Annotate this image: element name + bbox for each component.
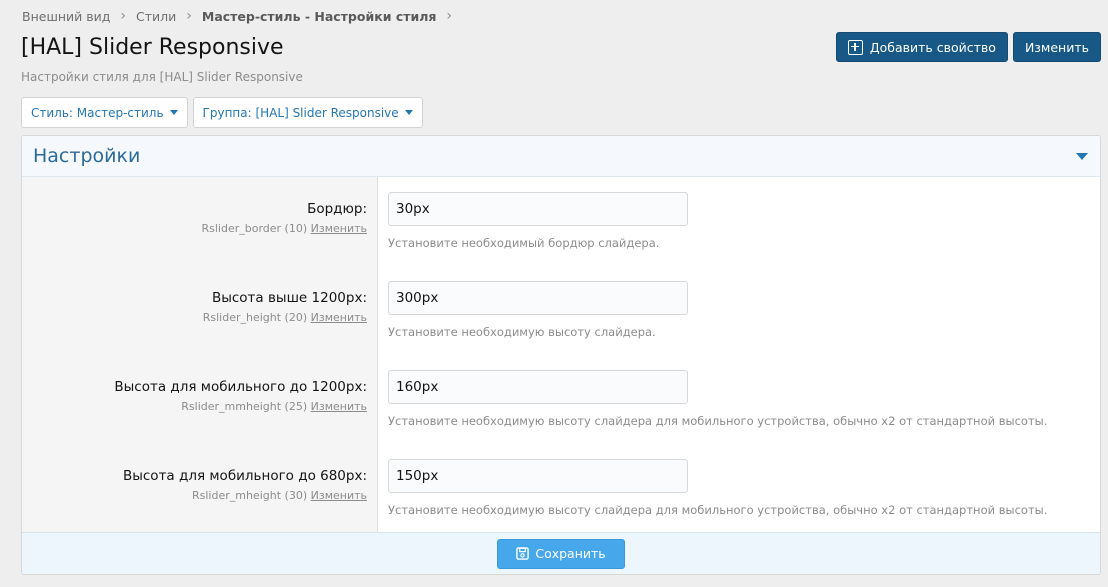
setting-edit-link[interactable]: Изменить <box>311 489 367 502</box>
breadcrumb-item-style-settings[interactable]: Мастер-стиль - Настройки стиля <box>202 9 437 24</box>
edit-button[interactable]: Изменить <box>1012 32 1101 62</box>
setting-hint: Установите необходимый бордюр слайдера. <box>388 236 660 250</box>
breadcrumb: Внешний вид › Стили › Мастер-стиль - Нас… <box>22 8 462 24</box>
caret-down-icon <box>169 110 178 115</box>
style-filter-dropdown[interactable]: Стиль: Мастер-стиль <box>21 97 188 128</box>
setting-meta: Rslider_mheight (30) Изменить <box>22 489 367 502</box>
setting-key: Rslider_border (10) <box>201 222 308 235</box>
setting-key: Rslider_mheight (30) <box>192 489 308 502</box>
panel-title: Настройки <box>33 145 141 167</box>
page-title: [HAL] Slider Responsive <box>21 35 284 60</box>
settings-form: Бордюр: Rslider_border (10) Изменить Выс… <box>22 177 1100 533</box>
labels-column: Бордюр: Rslider_border (10) Изменить Выс… <box>22 177 378 533</box>
setting-meta: Rslider_mmheight (25) Изменить <box>22 400 367 413</box>
chevron-right-icon: › <box>186 8 192 24</box>
caret-down-icon <box>404 110 413 115</box>
setting-key: Rslider_height (20) <box>202 311 308 324</box>
setting-key: Rslider_mmheight (25) <box>181 400 308 413</box>
setting-value-row: Установите необходимую высоту слайдера. <box>378 266 1100 355</box>
setting-hint: Установите необходимую высоту слайдера. <box>388 325 656 339</box>
page-description: Настройки стиля для [HAL] Slider Respons… <box>21 70 303 84</box>
setting-hint: Установите необходимую высоту слайдера д… <box>388 414 1048 428</box>
setting-label-row: Высота для мобильного до 1200px: Rslider… <box>22 355 377 444</box>
plus-square-icon <box>847 39 863 55</box>
setting-meta: Rslider_height (20) Изменить <box>22 311 367 324</box>
add-property-button[interactable]: Добавить свойство <box>835 32 1008 62</box>
border-input[interactable] <box>388 192 688 226</box>
setting-label-row: Высота для мобильного до 680px: Rslider_… <box>22 444 377 533</box>
setting-label-row: Бордюр: Rslider_border (10) Изменить <box>22 177 377 266</box>
setting-hint: Установите необходимую высоту слайдера д… <box>388 503 1048 517</box>
breadcrumb-item-styles[interactable]: Стили <box>136 9 176 24</box>
group-filter-label: Группа: [HAL] Slider Responsive <box>202 105 399 120</box>
setting-edit-link[interactable]: Изменить <box>311 400 367 413</box>
save-label: Сохранить <box>535 546 606 561</box>
height-input[interactable] <box>388 281 688 315</box>
panel-header: Настройки <box>22 136 1100 177</box>
chevron-right-icon: › <box>120 8 127 24</box>
setting-label: Бордюр: <box>307 201 367 217</box>
style-filter-label: Стиль: Мастер-стиль <box>31 105 164 120</box>
setting-edit-link[interactable]: Изменить <box>311 311 367 324</box>
setting-value-row: Установите необходимый бордюр слайдера. <box>378 177 1100 266</box>
collapse-caret-icon[interactable] <box>1076 152 1088 160</box>
floppy-disk-icon <box>516 547 530 560</box>
group-filter-dropdown[interactable]: Группа: [HAL] Slider Responsive <box>192 97 423 128</box>
mobile-680-height-input[interactable] <box>388 459 688 493</box>
setting-edit-link[interactable]: Изменить <box>311 222 367 235</box>
setting-meta: Rslider_border (10) Изменить <box>22 222 367 235</box>
setting-value-row: Установите необходимую высоту слайдера д… <box>378 355 1100 444</box>
save-button[interactable]: Сохранить <box>497 538 625 569</box>
panel-footer: Сохранить <box>22 532 1100 574</box>
setting-label-row: Высота выше 1200px: Rslider_height (20) … <box>22 266 377 355</box>
setting-value-row: Установите необходимую высоту слайдера д… <box>378 444 1100 533</box>
setting-label: Высота для мобильного до 680px: <box>122 468 367 484</box>
breadcrumb-item-appearance[interactable]: Внешний вид <box>22 9 110 24</box>
setting-label: Высота для мобильного до 1200px: <box>114 379 367 395</box>
mobile-1200-height-input[interactable] <box>388 370 688 404</box>
setting-label: Высота выше 1200px: <box>211 290 367 306</box>
page-actions: Добавить свойство Изменить <box>835 32 1101 62</box>
filter-bar: Стиль: Мастер-стиль Группа: [HAL] Slider… <box>21 97 423 128</box>
settings-panel: Настройки Бордюр: Rslider_border (10) Из… <box>21 135 1101 575</box>
chevron-right-icon: › <box>446 8 453 24</box>
values-column: Установите необходимый бордюр слайдера. … <box>378 177 1100 533</box>
add-property-label: Добавить свойство <box>869 39 996 55</box>
edit-label: Изменить <box>1024 39 1089 55</box>
